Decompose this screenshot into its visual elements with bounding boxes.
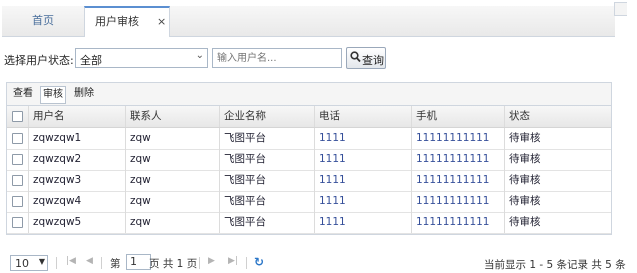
mobile-cell: 11111111111 bbox=[412, 149, 505, 170]
pager-divider bbox=[56, 257, 57, 269]
row-checkbox[interactable] bbox=[12, 154, 23, 165]
company-cell: 飞图平台 bbox=[220, 170, 315, 191]
mobile-cell: 11111111111 bbox=[412, 212, 505, 233]
select-all-cell bbox=[7, 106, 29, 127]
row-checkbox[interactable] bbox=[12, 217, 23, 228]
table-row[interactable]: zqwzqw1 zqw 飞图平台 1111 11111111111 待审核 bbox=[7, 128, 611, 150]
first-page-icon[interactable]: |◀ bbox=[66, 256, 76, 266]
contact-cell: zqw bbox=[126, 149, 220, 170]
page-number-input[interactable]: 1 bbox=[126, 254, 151, 270]
audit-button[interactable]: 审核 bbox=[40, 86, 66, 104]
row-checkbox[interactable] bbox=[12, 133, 23, 144]
tab-user-review-label: 用户审核 bbox=[95, 15, 139, 28]
delete-button[interactable]: 删除 bbox=[72, 86, 96, 102]
pager-divider bbox=[246, 257, 247, 269]
pager-divider bbox=[199, 257, 200, 269]
username-cell: zqwzqw4 bbox=[29, 191, 126, 212]
next-page-icon[interactable]: ▶ bbox=[208, 256, 215, 266]
column-header[interactable]: 状态 bbox=[505, 106, 611, 127]
close-icon[interactable]: × bbox=[157, 7, 166, 37]
table-row[interactable]: zqwzqw3 zqw 飞图平台 1111 11111111111 待审核 bbox=[7, 170, 611, 192]
status-cell: 待审核 bbox=[509, 132, 541, 144]
tab-home[interactable]: 首页 bbox=[4, 6, 82, 36]
pager-divider bbox=[101, 257, 102, 269]
table-row[interactable]: zqwzqw4 zqw 飞图平台 1111 11111111111 待审核 bbox=[7, 191, 611, 213]
phone-cell: 1111 bbox=[315, 170, 412, 191]
refresh-icon[interactable]: ↻ bbox=[254, 255, 264, 269]
table-row[interactable]: zqwzqw5 zqw 飞图平台 1111 11111111111 待审核 bbox=[7, 212, 611, 234]
column-header[interactable]: 电话 bbox=[315, 106, 412, 127]
phone-cell: 1111 bbox=[315, 212, 412, 233]
row-select-cell bbox=[7, 149, 29, 170]
filter-bar: 选择用户状态: 全部 ⌄ 查询 bbox=[0, 44, 637, 74]
tab-user-review[interactable]: 用户审核 × bbox=[84, 6, 170, 37]
username-cell: zqwzqw2 bbox=[29, 149, 126, 170]
username-cell: zqwzqw5 bbox=[29, 212, 126, 233]
query-button-label: 查询 bbox=[362, 54, 384, 67]
contact-cell: zqw bbox=[126, 170, 220, 191]
page-size-value: 10 bbox=[15, 257, 29, 270]
column-header[interactable]: 用户名 bbox=[29, 106, 126, 127]
page-prefix-label: 第 bbox=[110, 258, 121, 270]
user-grid: 查看 审核 删除 用户名 联系人 企业名称 电话 手机 状态 zqwzqw1 z… bbox=[6, 82, 612, 235]
status-cell: 待审核 bbox=[509, 174, 541, 186]
phone-cell: 1111 bbox=[315, 191, 412, 212]
column-header[interactable]: 企业名称 bbox=[220, 106, 315, 127]
company-cell: 飞图平台 bbox=[220, 149, 315, 170]
row-checkbox[interactable] bbox=[12, 196, 23, 207]
status-cell: 待审核 bbox=[509, 216, 541, 228]
row-select-cell bbox=[7, 191, 29, 212]
select-all-checkbox[interactable] bbox=[12, 111, 23, 122]
username-cell: zqwzqw1 bbox=[29, 128, 126, 149]
row-select-cell bbox=[7, 212, 29, 233]
contact-cell: zqw bbox=[126, 212, 220, 233]
company-cell: 飞图平台 bbox=[220, 191, 315, 212]
row-select-cell bbox=[7, 170, 29, 191]
mobile-cell: 11111111111 bbox=[412, 170, 505, 191]
prev-page-icon[interactable]: ◀ bbox=[86, 256, 93, 266]
status-cell: 待审核 bbox=[509, 153, 541, 165]
last-page-icon[interactable]: ▶| bbox=[228, 256, 238, 266]
company-cell: 飞图平台 bbox=[220, 212, 315, 233]
phone-cell: 1111 bbox=[315, 128, 412, 149]
tab-bar: 首页 用户审核 × bbox=[2, 6, 615, 37]
column-header[interactable]: 联系人 bbox=[126, 106, 220, 127]
contact-cell: zqw bbox=[126, 128, 220, 149]
company-cell: 飞图平台 bbox=[220, 128, 315, 149]
username-search-input[interactable] bbox=[212, 48, 342, 68]
status-select[interactable]: 全部 ⌄ bbox=[75, 48, 208, 68]
mobile-cell: 11111111111 bbox=[412, 128, 505, 149]
row-checkbox[interactable] bbox=[12, 175, 23, 186]
page-total-label: 页 共 1 页 bbox=[149, 258, 198, 270]
status-cell: 待审核 bbox=[509, 195, 541, 207]
collapse-handle[interactable] bbox=[614, 2, 627, 16]
pagination-bar: 10 ▼ |◀ ◀ 第 1 页 共 1 页 ▶ ▶| ↻ 当前显示 1 - 5 … bbox=[6, 253, 626, 273]
caret-down-icon: ▼ bbox=[38, 257, 45, 266]
query-button[interactable]: 查询 bbox=[346, 47, 386, 69]
column-header[interactable]: 手机 bbox=[412, 106, 505, 127]
view-button[interactable]: 查看 bbox=[11, 86, 35, 102]
mobile-cell: 11111111111 bbox=[412, 191, 505, 212]
row-select-cell bbox=[7, 128, 29, 149]
page-size-select[interactable]: 10 ▼ bbox=[10, 255, 48, 271]
username-cell: zqwzqw3 bbox=[29, 170, 126, 191]
chevron-down-icon: ⌄ bbox=[195, 50, 204, 61]
contact-cell: zqw bbox=[126, 191, 220, 212]
status-select-value: 全部 bbox=[80, 54, 102, 67]
status-filter-label: 选择用户状态: bbox=[4, 54, 74, 67]
table-header: 用户名 联系人 企业名称 电话 手机 状态 bbox=[7, 106, 611, 128]
record-count-info: 当前显示 1 - 5 条记录 共 5 条 bbox=[484, 259, 626, 271]
search-icon bbox=[350, 51, 361, 63]
grid-toolbar: 查看 审核 删除 bbox=[7, 83, 611, 106]
phone-cell: 1111 bbox=[315, 149, 412, 170]
table-row[interactable]: zqwzqw2 zqw 飞图平台 1111 11111111111 待审核 bbox=[7, 149, 611, 171]
